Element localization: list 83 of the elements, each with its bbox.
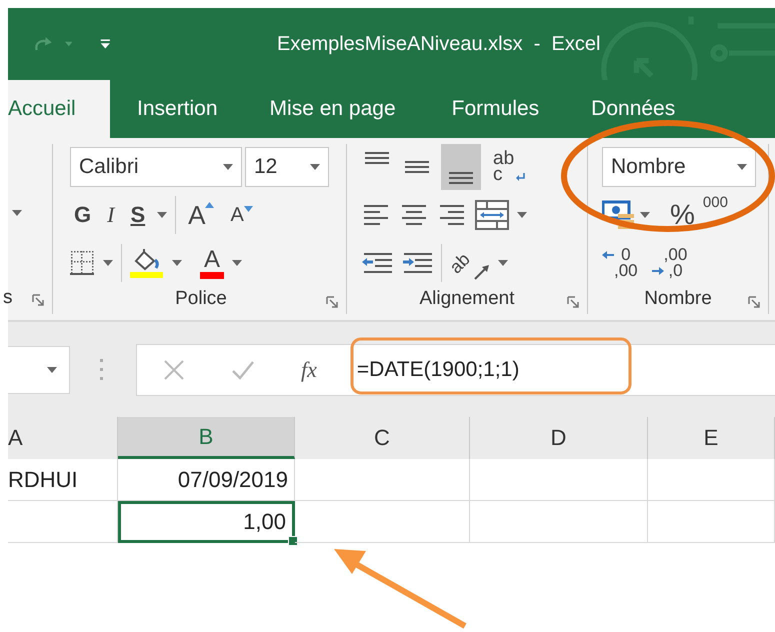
- caret-icon[interactable]: [737, 164, 747, 170]
- group-label: Alignement: [419, 288, 515, 310]
- caret-icon[interactable]: [498, 260, 508, 266]
- number-format-combo[interactable]: Nombre: [602, 147, 756, 187]
- decrease-decimal-button[interactable]: ,00 ,0: [652, 247, 694, 279]
- return-arrow-icon: [516, 173, 526, 181]
- table-cell[interactable]: [648, 501, 775, 543]
- caret-icon[interactable]: [517, 212, 527, 218]
- caret-icon[interactable]: [103, 260, 113, 266]
- accounting-format-icon[interactable]: [602, 200, 636, 230]
- insert-function-button[interactable]: fx: [301, 356, 317, 382]
- table-cell[interactable]: [8, 501, 118, 543]
- table-cell[interactable]: RDHUI: [8, 459, 118, 501]
- check-icon[interactable]: [231, 358, 255, 380]
- bottom-align-icon: [449, 172, 473, 184]
- orientation-button[interactable]: ab: [450, 244, 490, 282]
- table-cell[interactable]: [470, 459, 648, 501]
- customize-icon[interactable]: [100, 37, 111, 51]
- dialog-launcher-icon[interactable]: [326, 296, 338, 308]
- caret-icon[interactable]: [232, 260, 242, 266]
- table-cell[interactable]: [295, 459, 470, 501]
- group-label: Nombre: [644, 288, 712, 310]
- ribbon-tab[interactable]: Formules: [430, 80, 562, 138]
- borders-icon[interactable]: [70, 250, 95, 276]
- slanted-arrow-icon: [474, 264, 490, 280]
- column-header[interactable]: D: [470, 417, 648, 459]
- caret-icon[interactable]: [640, 212, 650, 218]
- number-format: Nombre: [611, 155, 686, 179]
- font-name: Calibri: [79, 155, 139, 179]
- caret-icon[interactable]: [172, 260, 182, 266]
- fill-handle[interactable]: [288, 536, 298, 546]
- column-header[interactable]: C: [295, 417, 470, 459]
- grow-font-button[interactable]: A: [184, 200, 218, 230]
- font-color-button[interactable]: A: [200, 248, 224, 278]
- caret-icon[interactable]: [157, 212, 168, 218]
- font-name-combo[interactable]: Calibri: [70, 147, 242, 187]
- ribbon-tab[interactable]: Accueil: [8, 80, 110, 138]
- dialog-launcher-icon[interactable]: [567, 296, 579, 308]
- italic-button[interactable]: I: [103, 202, 118, 228]
- wrap-text-button[interactable]: ab c: [489, 151, 528, 183]
- right-arrow-icon: [652, 266, 664, 276]
- column-header[interactable]: E: [648, 417, 775, 459]
- dialog-launcher-icon[interactable]: [32, 294, 44, 306]
- font-size: 12: [254, 155, 278, 179]
- ribbon-tab[interactable]: Mise en page: [248, 80, 418, 138]
- caret-icon[interactable]: [223, 164, 233, 170]
- decrease-indent-icon[interactable]: [361, 251, 393, 275]
- ribbon-tab[interactable]: Insertion: [115, 80, 240, 138]
- bottom-align-button[interactable]: [441, 144, 481, 190]
- percent-button[interactable]: %: [666, 199, 699, 231]
- merge-center-icon[interactable]: [475, 200, 509, 230]
- increase-indent-icon[interactable]: [401, 251, 433, 275]
- table-cell[interactable]: [295, 501, 470, 543]
- align-center-icon[interactable]: [399, 203, 429, 227]
- font-size-combo[interactable]: 12: [245, 147, 329, 187]
- shrink-font-button[interactable]: A: [226, 204, 257, 226]
- drag-handle-icon[interactable]: [100, 358, 104, 380]
- dialog-launcher-icon[interactable]: [748, 296, 760, 308]
- table-cell[interactable]: [470, 501, 648, 543]
- group-label: s: [3, 287, 12, 309]
- ribbon-tab[interactable]: Données: [569, 80, 698, 138]
- thousands-button[interactable]: 000: [702, 194, 728, 211]
- selected-cell[interactable]: 1,00: [118, 501, 295, 543]
- middle-align-icon: [405, 161, 429, 173]
- top-align-icon: [365, 152, 389, 164]
- caret-icon[interactable]: [310, 164, 320, 170]
- left-arrow-icon: [602, 250, 614, 260]
- table-cell[interactable]: 07/09/2019: [118, 459, 295, 501]
- increase-decimal-button[interactable]: 0 ,00: [602, 247, 644, 279]
- align-left-icon[interactable]: [361, 203, 391, 227]
- underline-button[interactable]: S: [126, 202, 150, 228]
- up-triangle-icon: [205, 202, 214, 208]
- window-title: ExemplesMiseANiveau.xlsx - Excel: [276, 32, 600, 56]
- caret-icon[interactable]: [12, 210, 22, 216]
- column-header[interactable]: B: [118, 417, 295, 459]
- table-cell[interactable]: [648, 459, 775, 501]
- formula-field[interactable]: =DATE(1900;1;1): [356, 358, 775, 382]
- caret-icon[interactable]: [47, 366, 57, 372]
- fill-color-icon[interactable]: [130, 248, 164, 278]
- bold-button[interactable]: G: [70, 202, 96, 228]
- down-triangle-icon: [244, 206, 253, 212]
- align-right-icon[interactable]: [437, 203, 467, 227]
- group-label: Police: [175, 288, 227, 310]
